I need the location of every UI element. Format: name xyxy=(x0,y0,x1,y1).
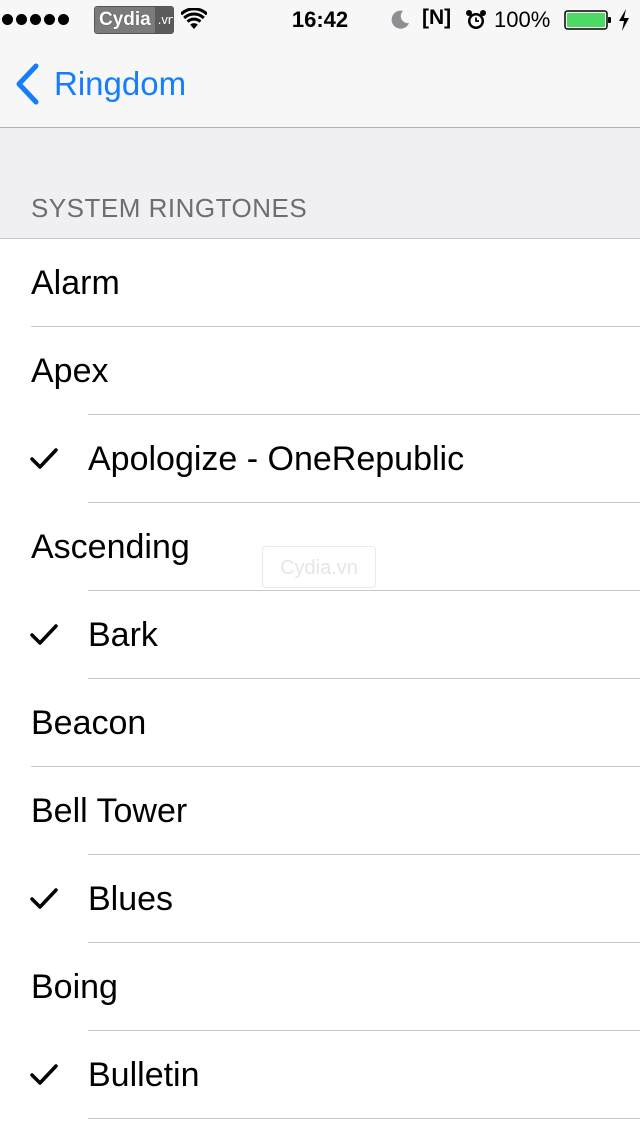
ringtone-label: Boing xyxy=(31,968,118,1006)
ringtone-row[interactable]: Apologize - OneRepublic xyxy=(0,415,640,503)
wifi-icon xyxy=(181,8,207,29)
ringtone-row[interactable]: Alarm xyxy=(0,239,640,327)
ringtone-row[interactable]: Bell Tower xyxy=(0,767,640,855)
status-time: 16:42 xyxy=(291,7,349,32)
carrier-suffix: .vn xyxy=(154,7,173,33)
ringtone-row[interactable]: Beacon xyxy=(0,679,640,767)
checkmark-icon xyxy=(30,448,58,469)
status-indicator: [N] xyxy=(422,6,452,29)
battery-icon xyxy=(564,10,611,30)
carrier-logo: Cydia .vn xyxy=(94,6,174,34)
alarm-clock-icon xyxy=(466,10,486,29)
ringtone-label: Apologize - OneRepublic xyxy=(88,440,465,478)
ringtone-row[interactable]: Blues xyxy=(0,855,640,943)
ringtone-label: Bell Tower xyxy=(31,792,188,830)
carrier-name: Cydia xyxy=(95,7,155,33)
ringtone-row[interactable]: Bulletin xyxy=(0,1031,640,1119)
do-not-disturb-moon-icon xyxy=(391,10,409,29)
navigation-bar: Ringdom xyxy=(0,40,640,128)
chevron-left-icon xyxy=(16,63,39,105)
ringtone-row[interactable]: Apex xyxy=(0,327,640,415)
ringtone-label: Blues xyxy=(88,880,174,918)
ringtone-label: Alarm xyxy=(31,264,120,302)
ringtone-label: Ascending xyxy=(31,528,190,566)
battery-percent: 100% xyxy=(494,7,551,32)
charging-bolt-icon xyxy=(619,9,629,31)
ringtone-row[interactable]: Boing xyxy=(0,943,640,1031)
ringtone-row[interactable]: Ascending xyxy=(0,503,640,591)
ringtone-label: Bulletin xyxy=(88,1056,200,1094)
row-separator xyxy=(88,1118,640,1119)
ringtone-row[interactable]: Bark xyxy=(0,591,640,679)
status-bar: Cydia .vn 16:42 [N] 100% xyxy=(0,0,640,40)
back-button[interactable]: Ringdom xyxy=(14,60,186,108)
ringtone-label: Beacon xyxy=(31,704,147,742)
checkmark-icon xyxy=(30,624,58,645)
ringtone-list: Alarm Apex Apologize - OneRepublic Ascendin… xyxy=(0,238,640,1138)
ringtone-label: Bark xyxy=(88,616,158,654)
back-button-label: Ringdom xyxy=(54,65,187,102)
checkmark-icon xyxy=(30,888,58,909)
checkmark-icon xyxy=(30,1064,58,1085)
signal-strength-icon xyxy=(2,14,69,26)
section-header: SYSTEM RINGTONES xyxy=(31,193,308,223)
ringtone-label: Apex xyxy=(31,352,109,390)
